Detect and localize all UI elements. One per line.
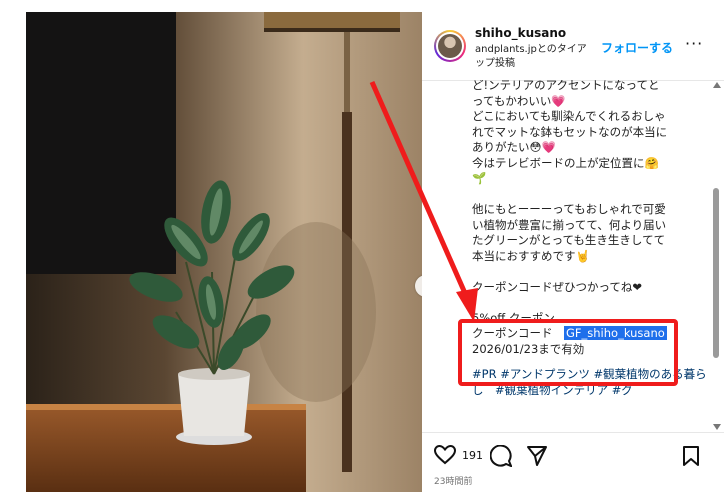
annotation-highlight-box: [458, 319, 678, 386]
post-header: shiho_kusano andplants.jpとのタイアップ投稿 フォローす…: [422, 12, 724, 81]
coupon-intro: クーポンコードぜひつかってね❤: [472, 279, 643, 294]
more-options-icon[interactable]: ···: [685, 34, 703, 53]
caption-line: 他にもとーーーってもおしゃれで可愛: [472, 202, 666, 216]
follow-button[interactable]: フォローする: [601, 39, 673, 56]
caption-line: 🌱: [472, 171, 487, 185]
next-image-button[interactable]: [415, 275, 422, 297]
chevron-right-icon: [415, 275, 422, 297]
caption-line: れでマットな鉢もセットなのが本当に: [472, 124, 668, 139]
heart-icon[interactable]: [434, 445, 456, 465]
plant-photo: [26, 12, 422, 492]
scroll-down-icon[interactable]: [713, 424, 721, 430]
username[interactable]: shiho_kusano: [475, 26, 566, 40]
caption-line: どこにおいても馴染んでくれるおしゃ: [472, 109, 666, 123]
scroll-thumb[interactable]: [713, 188, 719, 358]
caption-line: ありがたい😳💗: [472, 140, 556, 154]
like-count[interactable]: 191: [462, 449, 483, 462]
scroll-up-icon[interactable]: [713, 82, 721, 88]
bookmark-icon[interactable]: [682, 445, 700, 467]
post-photo: [26, 12, 422, 492]
caption-line: 本当におすすめです🤘: [472, 248, 590, 263]
caption-line: 今はテレビボードの上が定位置に🤗: [472, 155, 659, 170]
avatar[interactable]: [434, 30, 466, 62]
caption-line: ど!ンテリアのアクセントになってと: [472, 80, 660, 92]
collab-label[interactable]: andplants.jpとのタイアップ投稿: [475, 43, 595, 71]
post-detail-panel: shiho_kusano andplants.jpとのタイアップ投稿 フォローす…: [422, 12, 724, 492]
caption-scrollbar[interactable]: [711, 80, 721, 432]
share-icon[interactable]: [526, 445, 548, 467]
timestamp: 23時間前: [434, 477, 473, 487]
caption-line: ってもかわいい💗: [472, 93, 566, 108]
caption-line: たグリーンがとっても生き生きしてて: [472, 233, 666, 247]
action-bar: 191 23時間前: [422, 432, 724, 493]
caption-line: い植物が豊富に揃ってて、何より届い: [472, 217, 667, 232]
comment-icon[interactable]: [490, 445, 512, 467]
